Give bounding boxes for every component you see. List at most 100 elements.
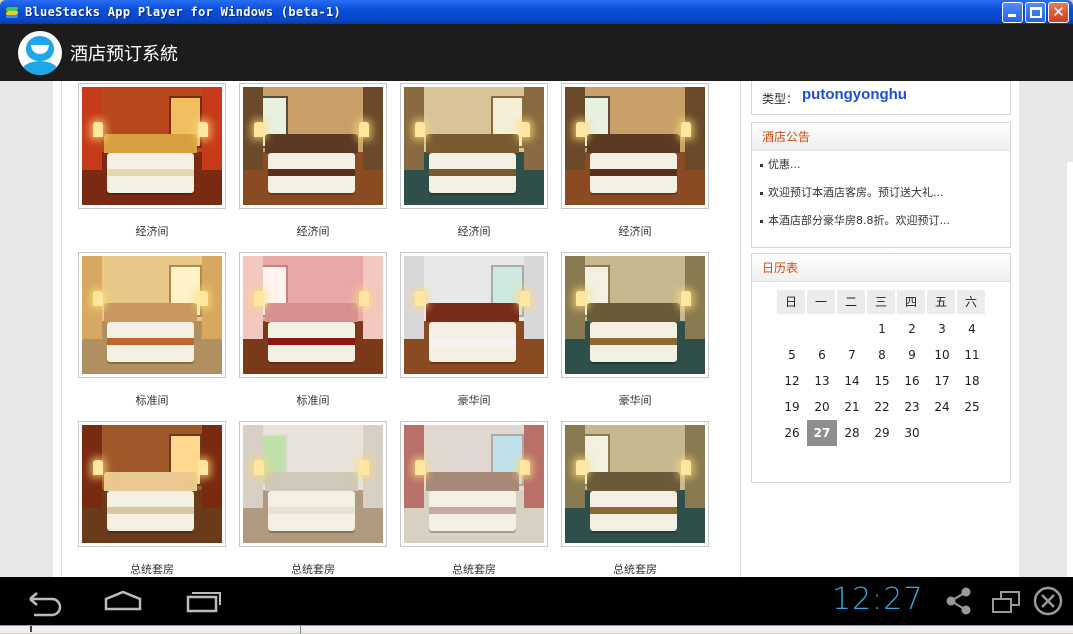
room-photo[interactable] [561,83,709,209]
room-card[interactable]: 标准间 [239,252,400,421]
web-content[interactable]: 经济间 经济间 经济间 经济间 标准间 标准间 豪华间 豪华间 总统套房 总统套… [0,81,1073,577]
user-type-value: putongyonghu [802,86,907,103]
calendar-day[interactable]: 20 [807,394,837,420]
room-card[interactable]: 经济间 [239,83,400,252]
calendar-day[interactable]: 1 [867,316,897,342]
calendar-day[interactable]: 5 [777,342,807,368]
window-button[interactable] [990,585,1022,617]
room-name[interactable]: 经济间 [239,223,387,239]
room-photo[interactable] [400,252,548,378]
calendar-day[interactable]: 16 [897,368,927,394]
calendar-weekday: 六 [957,290,987,314]
calendar-day[interactable]: 13 [807,368,837,394]
calendar-week-row: 5 6 7 8 9 10 11 [777,342,987,368]
room-name[interactable]: 经济间 [561,223,709,239]
room-name[interactable]: 经济间 [78,223,226,239]
calendar-day[interactable]: 2 [897,316,927,342]
room-photo[interactable] [561,252,709,378]
room-card[interactable]: 总统套房 [561,421,722,577]
share-icon [946,587,971,615]
room-photo[interactable] [561,421,709,547]
notice-title: 酒店公告 [752,123,1010,151]
room-card[interactable]: 经济间 [78,83,239,252]
calendar-day[interactable]: 28 [837,420,867,446]
room-photo[interactable] [239,83,387,209]
calendar-day[interactable]: 30 [897,420,927,446]
close-button[interactable]: ✕ [1048,2,1069,23]
room-card[interactable]: 经济间 [561,83,722,252]
room-name[interactable]: 标准间 [239,392,387,408]
calendar-day[interactable]: 11 [957,342,987,368]
room-photo[interactable] [400,421,548,547]
room-name[interactable]: 标准间 [78,392,226,408]
calendar-week-row: 19 20 21 22 23 24 25 [777,394,987,420]
room-photo[interactable] [78,83,226,209]
room-gallery: 经济间 经济间 经济间 经济间 标准间 标准间 豪华间 豪华间 总统套房 总统套… [61,81,741,577]
calendar-day[interactable]: 21 [837,394,867,420]
minimize-button[interactable] [1002,2,1023,23]
room-name[interactable]: 总统套房 [400,561,548,577]
room-photo[interactable] [400,83,548,209]
calendar-day[interactable]: 24 [927,394,957,420]
calendar-day[interactable]: 9 [897,342,927,368]
room-card[interactable]: 总统套房 [78,421,239,577]
room-card[interactable]: 总统套房 [239,421,400,577]
maximize-icon [1030,7,1042,18]
notice-item[interactable]: 优惠... [760,151,1010,179]
home-button[interactable] [102,585,144,617]
calendar-day[interactable]: 26 [777,420,807,446]
notice-item[interactable]: 欢迎预订本酒店客房。预订送大礼... [760,179,1010,207]
calendar-day[interactable]: 19 [777,394,807,420]
calendar-day[interactable]: 22 [867,394,897,420]
room-name[interactable]: 豪华间 [400,392,548,408]
recent-apps-button[interactable] [183,585,225,617]
room-photo[interactable] [78,252,226,378]
calendar-day-today[interactable]: 27 [807,420,837,446]
calendar-day[interactable]: 14 [837,368,867,394]
calendar-day[interactable]: 8 [867,342,897,368]
sidebar: 类型： putongyonghu 酒店公告 优惠... 欢迎预订本酒店客房。预订送… [751,81,1011,577]
calendar-day[interactable]: 25 [957,394,987,420]
room-name[interactable]: 豪华间 [561,392,709,408]
room-card[interactable]: 豪华间 [400,252,561,421]
calendar-day[interactable]: 12 [777,368,807,394]
room-name[interactable]: 总统套房 [239,561,387,577]
calendar-day[interactable]: 18 [957,368,987,394]
back-button[interactable] [22,585,64,617]
user-avatar-icon[interactable] [18,30,62,75]
calendar-day[interactable]: 23 [897,394,927,420]
calendar-day[interactable]: 17 [927,368,957,394]
room-name[interactable]: 总统套房 [78,561,226,577]
room-card[interactable]: 标准间 [78,252,239,421]
room-photo[interactable] [239,252,387,378]
room-card[interactable]: 总统套房 [400,421,561,577]
room-photo[interactable] [78,421,226,547]
calendar-week-row: 1234 [777,316,987,342]
calendar-day[interactable]: 4 [957,316,987,342]
maximize-button[interactable] [1025,2,1046,23]
room-name[interactable]: 总统套房 [561,561,709,577]
window-icon [992,591,1020,613]
calendar-day [957,420,987,446]
calendar-day[interactable]: 15 [867,368,897,394]
share-button[interactable] [945,585,973,617]
back-icon [29,592,62,617]
calendar-day[interactable]: 10 [927,342,957,368]
room-card[interactable]: 经济间 [400,83,561,252]
app-title: 酒店预订系統 [70,43,178,65]
user-info-box: 类型： putongyonghu [751,81,1011,115]
calendar-day[interactable]: 7 [837,342,867,368]
calendar-day[interactable]: 29 [867,420,897,446]
room-name[interactable]: 经济间 [400,223,548,239]
window-titlebar[interactable]: BlueStacks App Player for Windows (beta-… [0,0,1073,24]
notice-box: 酒店公告 优惠... 欢迎预订本酒店客房。预订送大礼... 本酒店部分豪华房8.8折… [751,122,1011,248]
room-card[interactable]: 豪华间 [561,252,722,421]
close-app-button[interactable] [1032,585,1064,617]
calendar-week-row: 26 27 28 29 30 [777,420,987,446]
notice-item[interactable]: 本酒店部分豪华房8.8折。欢迎预订... [760,207,1010,235]
calendar-day[interactable]: 3 [927,316,957,342]
bullet-icon [760,192,763,195]
room-photo[interactable] [239,421,387,547]
calendar-day[interactable]: 6 [807,342,837,368]
calendar-day [927,420,957,446]
